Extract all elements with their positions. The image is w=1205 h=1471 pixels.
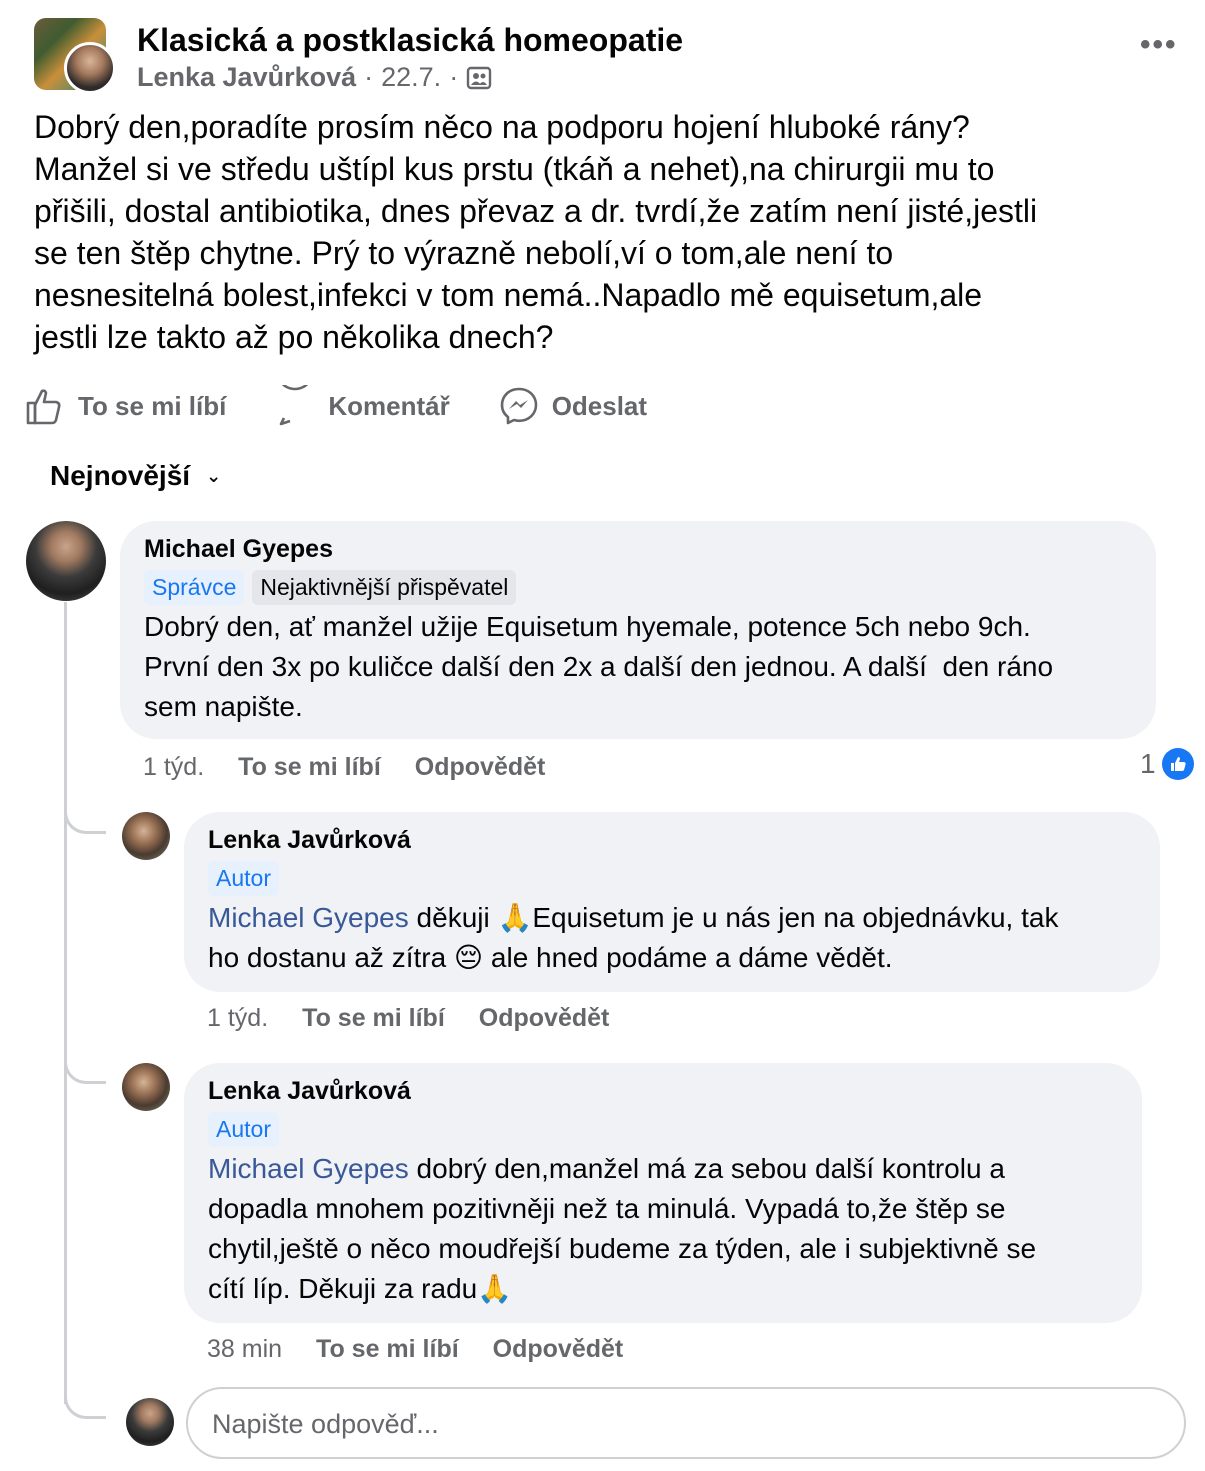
send-button[interactable]: Odeslat <box>498 385 647 427</box>
post-text-line: nesnesitelná bolest,infekci v tom nemá..… <box>34 277 983 313</box>
comment-text-segment: dobrý den,manžel má za sebou další kontr… <box>408 1153 1005 1184</box>
comment-text-line: chytil,ještě o něco moudřejší budeme za … <box>208 1233 1037 1264</box>
post-author[interactable]: Lenka Javůrková <box>137 62 356 93</box>
post-date[interactable]: 22.7. <box>381 62 441 93</box>
comment-text-line: Dobrý den, ať manžel užije Equisetum hye… <box>144 611 1031 642</box>
comment-time[interactable]: 1 týd. <box>143 753 204 782</box>
comment-text-line: První den 3x po kuličce další den 2x a d… <box>144 651 1054 682</box>
commenter-avatar[interactable] <box>122 812 170 860</box>
commenter-avatar[interactable] <box>122 1063 170 1111</box>
post-text-line: Manžel si ve středu uštípl kus prstu (tk… <box>34 151 995 187</box>
comment-bubble: Lenka Javůrková Autor Michael Gyepes děk… <box>184 812 1160 992</box>
comment-like-button[interactable]: To se mi líbí <box>238 753 381 782</box>
thread-line <box>64 602 67 1404</box>
comment-time[interactable]: 1 týd. <box>207 1004 268 1033</box>
comment-label: Komentář <box>328 390 450 421</box>
author-avatar[interactable] <box>64 42 116 94</box>
comment-text-line: sem napište. <box>144 691 303 722</box>
comment-button[interactable]: Komentář <box>274 385 450 427</box>
comment-author[interactable]: Lenka Javůrková <box>208 1077 1118 1106</box>
comment-text-line: dopadla mnohem pozitivněji než ta minulá… <box>208 1193 1006 1224</box>
current-user-avatar[interactable] <box>126 1398 174 1446</box>
like-button[interactable]: To se mi líbí <box>24 385 226 427</box>
comment-like-button[interactable]: To se mi líbí <box>316 1335 459 1364</box>
comment-meta: 38 min To se mi líbí Odpovědět <box>207 1335 623 1364</box>
comment-sort-dropdown[interactable]: Nejnovější ⌄ <box>50 460 221 492</box>
thread-connector <box>64 800 106 834</box>
comment-reply-button[interactable]: Odpovědět <box>479 1004 610 1033</box>
thread-connector <box>64 1050 106 1084</box>
thread-connector <box>64 1385 106 1419</box>
comment-time[interactable]: 38 min <box>207 1335 282 1364</box>
reaction-count-number: 1 <box>1140 748 1156 779</box>
comment-bubble: Lenka Javůrková Autor Michael Gyepes dob… <box>184 1063 1142 1323</box>
post-text-line: se ten štěp chytne. Prý to výrazně nebol… <box>34 235 894 271</box>
send-label: Odeslat <box>551 390 648 421</box>
mention-link[interactable]: Michael Gyepes <box>208 1153 409 1184</box>
post-text-line: přišili, dostal antibiotika, dnes převaz… <box>34 193 1038 229</box>
post-text-line: jestli lze takto až po několika dnech? <box>34 319 554 355</box>
post-text-line: Dobrý den,poradíte prosím něco na podpor… <box>34 109 970 145</box>
post-meta: Lenka Javůrková · 22.7. · <box>137 62 492 93</box>
group-name[interactable]: Klasická a postklasická homeopatie <box>137 22 683 59</box>
comment-text: Michael Gyepes děkuji 🙏Equisetum je u ná… <box>208 898 1136 978</box>
reaction-count[interactable]: 1 <box>1140 748 1194 780</box>
comment-author[interactable]: Michael Gyepes <box>144 535 1132 564</box>
thumbs-up-icon <box>26 389 61 425</box>
comment-meta: 1 týd. To se mi líbí Odpovědět <box>143 753 545 782</box>
post-text: Dobrý den,poradíte prosím něco na podpor… <box>34 106 1184 358</box>
chevron-down-icon: ⌄ <box>206 465 222 486</box>
comment-reply-button[interactable]: Odpovědět <box>415 753 546 782</box>
comment-meta: 1 týd. To se mi líbí Odpovědět <box>207 1004 609 1033</box>
comment-text-segment: děkuji 🙏Equisetum je u nás jen na objedn… <box>408 902 1059 933</box>
reply-input[interactable]: Napište odpověď... <box>186 1387 1186 1459</box>
meta-separator: · <box>449 62 459 92</box>
author-badge[interactable]: Autor <box>208 861 279 896</box>
comment-author[interactable]: Lenka Javůrková <box>208 826 1136 855</box>
admin-badge[interactable]: Správce <box>144 570 245 605</box>
comment-text-line: Michael Gyepes děkuji 🙏Equisetum je u ná… <box>208 898 1136 938</box>
comment-badges: Autor <box>208 861 1136 896</box>
comment-like-button[interactable]: To se mi líbí <box>302 1004 445 1033</box>
comment-badges: Správce Nejaktivnější přispěvatel <box>144 570 1132 605</box>
meta-separator: · <box>364 62 374 92</box>
like-reaction-icon <box>1161 748 1194 780</box>
comment-reply-button[interactable]: Odpovědět <box>493 1335 624 1364</box>
sort-label: Nejnovější <box>50 460 191 491</box>
like-label: To se mi líbí <box>78 390 227 421</box>
comment-icon <box>280 385 309 426</box>
top-contributor-badge[interactable]: Nejaktivnější přispěvatel <box>252 570 517 605</box>
comment-text: Michael Gyepes dobrý den,manžel má za se… <box>208 1149 1118 1309</box>
more-options-icon[interactable]: ••• <box>1140 28 1178 62</box>
commenter-avatar[interactable] <box>26 521 106 601</box>
post-actions: To se mi líbí Komentář Odeslat <box>24 385 695 427</box>
comment-text-line: Michael Gyepes dobrý den,manžel má za se… <box>208 1149 1118 1189</box>
messenger-icon <box>500 387 537 425</box>
comment-bubble: Michael Gyepes Správce Nejaktivnější při… <box>120 521 1156 739</box>
mention-link[interactable]: Michael Gyepes <box>208 902 409 933</box>
comment-text: Dobrý den, ať manžel užije Equisetum hye… <box>144 607 1132 727</box>
comment-badges: Autor <box>208 1112 1118 1147</box>
comment-text-line: cítí líp. Děkuji za radu🙏 <box>208 1273 513 1304</box>
author-badge[interactable]: Autor <box>208 1112 279 1147</box>
comment-text-line: ho dostanu až zítra 😔 ale hned podáme a … <box>208 942 893 973</box>
group-members-icon <box>466 66 492 89</box>
